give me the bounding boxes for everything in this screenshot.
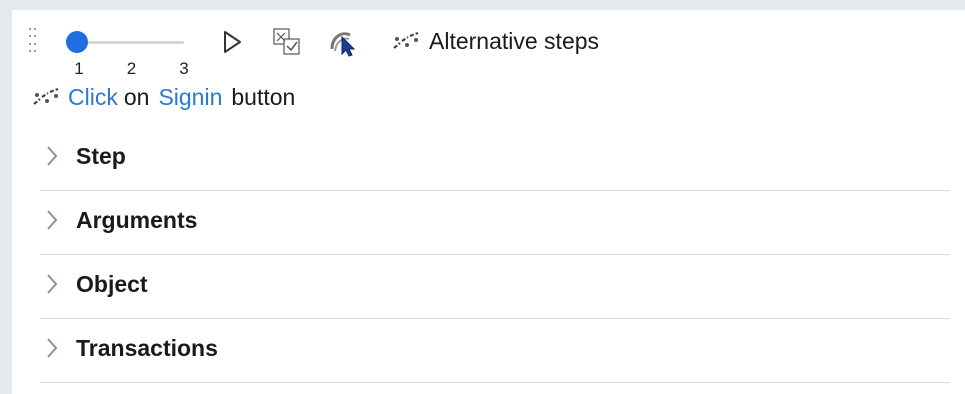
section-title: Step bbox=[76, 143, 126, 169]
edit-object-icon bbox=[330, 32, 356, 57]
slider-thumb[interactable] bbox=[66, 31, 88, 53]
step-target-object[interactable]: Signin bbox=[158, 84, 222, 111]
alternative-steps-icon bbox=[33, 87, 59, 105]
section-object[interactable]: Object bbox=[40, 255, 950, 319]
slider-tick-1: 1 bbox=[74, 59, 84, 78]
slider-tick-2: 2 bbox=[126, 59, 137, 78]
step-action[interactable]: Click bbox=[68, 84, 118, 111]
step-preposition: on bbox=[123, 83, 150, 110]
step-description: Click on Signin button bbox=[32, 82, 295, 112]
slider-ticks: 1 2 3 bbox=[69, 59, 194, 79]
chevron-right-icon bbox=[47, 146, 58, 166]
step-object-type: button bbox=[231, 83, 296, 110]
section-transactions[interactable]: Transactions bbox=[40, 319, 950, 383]
chevron-right-icon bbox=[47, 338, 58, 358]
chevron-right-icon bbox=[47, 210, 58, 230]
section-step[interactable]: Step bbox=[40, 127, 950, 191]
play-icon bbox=[224, 31, 241, 53]
section-title: Object bbox=[76, 271, 148, 297]
drag-grip-icon[interactable] bbox=[29, 28, 37, 54]
chevron-right-icon bbox=[47, 274, 58, 294]
slider-tick-3: 3 bbox=[179, 59, 189, 78]
compare-steps-icon bbox=[273, 28, 300, 55]
compare-steps-button[interactable] bbox=[272, 27, 302, 57]
alternative-steps-label: Alternative steps bbox=[429, 27, 600, 54]
play-button[interactable] bbox=[217, 27, 247, 57]
step-slider[interactable]: 1 2 3 bbox=[66, 22, 196, 78]
section-title: Transactions bbox=[76, 335, 218, 361]
section-title: Arguments bbox=[76, 207, 198, 233]
alternative-steps-button[interactable]: Alternative steps bbox=[392, 26, 599, 56]
properties-panel: 1 2 3 Alternative steps Click on Signin … bbox=[12, 10, 965, 394]
section-arguments[interactable]: Arguments bbox=[40, 191, 950, 255]
edit-object-button[interactable] bbox=[328, 27, 358, 57]
slider-track[interactable] bbox=[80, 41, 184, 44]
alternative-steps-icon bbox=[393, 31, 419, 49]
